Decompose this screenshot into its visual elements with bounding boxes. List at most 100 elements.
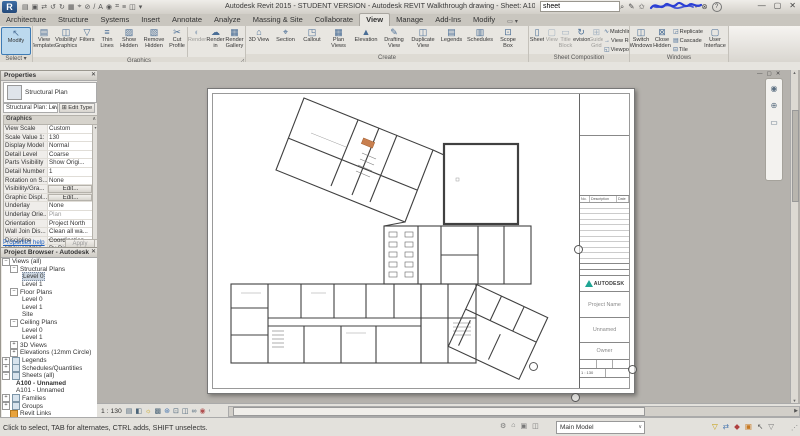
tree-item-structural-plans[interactable]: − Structural Plans <box>2 265 97 274</box>
temporary-hide-isolate-icon[interactable]: ∞ <box>191 408 196 415</box>
selection-filter-icon[interactable]: ▽ <box>768 422 774 431</box>
visibility-graphics-button[interactable]: ◫ Visibility/ Graphics <box>55 27 77 49</box>
filters-button[interactable]: ▽ Filters <box>77 27 97 43</box>
pick-option-icon[interactable]: ◫ <box>532 422 539 430</box>
section-icon[interactable]: ⌗ <box>115 3 119 11</box>
restore-icon[interactable]: ▢ <box>767 71 772 77</box>
render-gallery-button[interactable]: ▦ Render Gallery <box>225 27 244 49</box>
tab-collaborate[interactable]: Collaborate <box>309 14 359 26</box>
property-row[interactable]: Display Model Normal <box>4 142 92 151</box>
sheet-button[interactable]: ▯ Sheet <box>529 27 545 43</box>
scroll-right-icon[interactable]: ▶ <box>794 408 798 414</box>
tree-item-level-0[interactable]: Level 0 <box>2 296 97 304</box>
infocenter-search-input[interactable] <box>540 1 620 12</box>
scrollbar-thumb[interactable] <box>792 110 799 202</box>
sheet-a100[interactable]: No. Description Date AUTODESK Project Na… <box>207 88 635 394</box>
tile-button[interactable]: ⊟ Tile <box>672 45 704 54</box>
switch-windows-button[interactable]: ◫ Switch Windows <box>630 27 652 49</box>
undo-icon[interactable]: ↺ <box>50 3 56 11</box>
collapse-icon[interactable]: ‹ <box>209 408 211 414</box>
tab-insert[interactable]: Insert <box>135 14 166 26</box>
exclude-options-filter-icon[interactable]: ▽ <box>712 422 718 431</box>
print-icon[interactable]: ▦ <box>68 3 75 11</box>
tree-item-revit-links[interactable]: Revit Links <box>2 409 97 417</box>
tab-structure[interactable]: Structure <box>52 14 94 26</box>
remove-hidden-lines-button[interactable]: ▧Remove Hidden Lines <box>141 27 167 49</box>
3d-view-button[interactable]: ⌂ 3D View <box>246 27 272 43</box>
legends-button[interactable]: ▤ Legends <box>438 27 465 43</box>
redo-icon[interactable]: ↻ <box>59 3 65 11</box>
scope-box-button[interactable]: ⊡ Scope Box <box>495 27 521 49</box>
expander-minus-icon[interactable]: − <box>10 318 18 327</box>
property-row[interactable]: Visibility/Gra... Edit... <box>4 185 92 194</box>
default-3d-view-icon[interactable]: ◉ <box>106 3 112 11</box>
viewports-button[interactable]: ◱Viewports <box>603 45 629 54</box>
expander-minus-icon[interactable]: − <box>10 288 18 297</box>
tab-add-ins[interactable]: Add-Ins <box>429 14 467 26</box>
show-hidden-lines-button[interactable]: ▨Show Hidden Lines <box>117 27 141 49</box>
collapse-icon[interactable]: ∧ <box>92 116 96 123</box>
scrollbar-thumb[interactable] <box>233 406 646 416</box>
switch-windows-icon[interactable]: ◫ <box>129 3 136 11</box>
save-icon[interactable]: ▣ <box>32 3 39 11</box>
project-browser-header[interactable]: Project Browser - Autodesk REVIT W...✕ <box>1 248 98 265</box>
elevation-marker[interactable] <box>628 365 637 374</box>
property-row[interactable]: Detail Level Coarse <box>4 150 92 160</box>
crop-region-visibility-icon[interactable]: ◫ <box>182 407 189 415</box>
user-interface-button[interactable]: ▢ User Interface <box>704 27 726 49</box>
tab-modify[interactable]: Modify <box>467 14 501 26</box>
editing-requests-icon[interactable]: ⌂ <box>511 422 515 430</box>
text-icon[interactable]: A <box>98 4 103 11</box>
reveal-hidden-elements-icon[interactable]: ◉ <box>199 407 205 415</box>
expander-minus-icon[interactable]: − <box>2 371 10 380</box>
view-reference-button[interactable]: →View Reference <box>603 36 629 45</box>
render-in-cloud-button[interactable]: ☁Render in Cloud <box>206 27 225 49</box>
title-block-button[interactable]: ▭ Title Block <box>558 27 573 49</box>
search-icon[interactable]: ⌕ <box>620 2 624 12</box>
tree-item-sheets[interactable]: − Sheets (all) <box>2 371 97 380</box>
visual-style-icon[interactable]: ◧ <box>135 407 142 415</box>
tree-item-level-0[interactable]: Level 0 <box>2 326 97 334</box>
render-dialog-icon[interactable]: ⊛ <box>164 407 170 415</box>
line-icon[interactable]: / <box>93 4 95 11</box>
select-by-face-icon[interactable]: ↖ <box>757 422 763 431</box>
tree-item-ceiling-plans[interactable]: − Ceiling Plans <box>2 318 97 327</box>
view-button[interactable]: ▢ View <box>545 27 558 43</box>
property-row[interactable]: View Scale Custom <box>4 125 92 134</box>
plan-views-button[interactable]: ▦ Plan Views <box>325 27 352 49</box>
modify-button[interactable]: ↖ Modify <box>1 27 31 55</box>
press-drag-icon[interactable]: ⇄ <box>723 422 729 431</box>
type-selector[interactable]: Structural Plan <box>3 82 97 103</box>
thin-lines-button[interactable]: ≡ Thin Lines <box>97 27 117 49</box>
qat-customize-icon[interactable]: ▾ <box>139 3 143 11</box>
guide-grid-button[interactable]: ⊞ Guide Grid <box>590 27 603 49</box>
close-icon[interactable]: ✕ <box>776 71 781 77</box>
detail-level-icon[interactable]: ▤ <box>126 407 133 415</box>
expander-plus-icon[interactable]: + <box>2 402 10 411</box>
matchline-button[interactable]: ∿Matchline <box>603 27 629 36</box>
revit-app-menu-icon[interactable]: R <box>2 1 17 13</box>
shadows-icon[interactable]: ▩ <box>154 407 161 415</box>
tree-item-level-0[interactable]: Level 0 <box>2 272 97 282</box>
minimize-icon[interactable]: — <box>757 71 763 77</box>
tree-item-level-1[interactable]: Level 1 <box>2 304 97 312</box>
tab-annotate[interactable]: Annotate <box>166 14 208 26</box>
thin-lines-icon[interactable]: ≡ <box>122 4 126 11</box>
help-icon[interactable]: ? <box>711 1 722 12</box>
worksets-icon[interactable]: ⚙ <box>500 422 506 430</box>
expander-minus-icon[interactable]: − <box>2 258 10 266</box>
drafting-view-button[interactable]: ✎ Drafting View <box>380 27 408 49</box>
property-row[interactable]: Detail Number 1 <box>4 167 92 177</box>
drawing-area[interactable]: No. Description Date AUTODESK Project Na… <box>97 70 800 403</box>
sun-path-icon[interactable]: ☼ <box>145 408 151 415</box>
zoom-icon[interactable]: ⊕ <box>771 101 778 110</box>
close-icon[interactable]: ✕ <box>91 71 96 80</box>
revisions-button[interactable]: ↻Revisions <box>573 27 590 43</box>
property-row[interactable]: Graphic Displ... Edit... <box>4 193 92 203</box>
vertical-scrollbar[interactable]: ▲ ▼ <box>790 70 799 403</box>
property-row[interactable]: Scale Value 1: 130 <box>4 133 92 143</box>
edit-type-button[interactable]: ⊞ Edit Type <box>59 103 95 113</box>
tab-architecture[interactable]: Architecture <box>0 14 52 26</box>
properties-header[interactable]: Properties ✕ <box>1 71 98 81</box>
property-row[interactable]: Wall Join Dis... Clean all wa... <box>4 228 92 237</box>
